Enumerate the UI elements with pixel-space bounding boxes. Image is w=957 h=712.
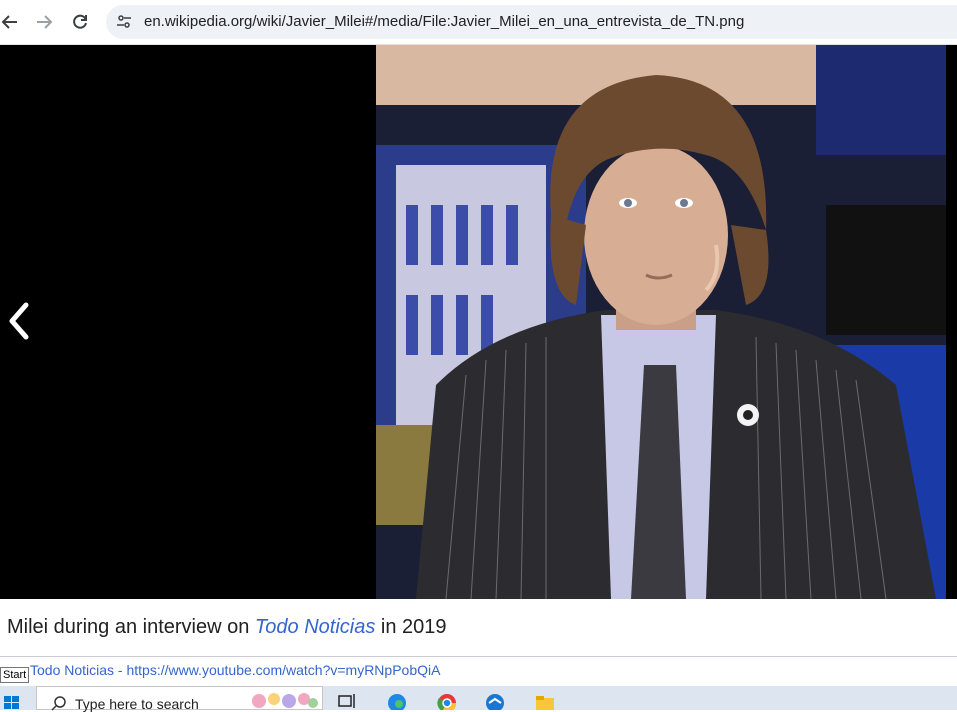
caption-prefix: Milei during an interview on — [7, 616, 255, 638]
reload-button[interactable] — [66, 8, 94, 36]
image-caption: Milei during an interview on Todo Notici… — [7, 616, 447, 639]
source-link[interactable]: Todo Noticias - https://www.youtube.com/… — [30, 662, 440, 678]
edge-icon[interactable] — [386, 692, 408, 710]
mail-icon[interactable] — [484, 692, 506, 710]
divider — [0, 656, 957, 657]
reload-icon — [73, 14, 87, 29]
back-arrow-icon — [1, 15, 17, 29]
task-view-icon[interactable] — [336, 692, 358, 710]
forward-button[interactable] — [30, 8, 58, 36]
start-tooltip: Start — [0, 667, 30, 683]
chrome-icon[interactable] — [436, 692, 458, 710]
todo-noticias-link[interactable]: Todo Noticias — [255, 616, 375, 638]
file-explorer-icon[interactable] — [534, 692, 556, 710]
browser-toolbar: en.wikipedia.org/wiki/Javier_Milei#/medi… — [0, 0, 957, 45]
taskbar-search-box[interactable]: Type here to search — [36, 686, 323, 712]
search-icon — [51, 696, 66, 711]
previous-image-button[interactable] — [4, 301, 34, 341]
url-text[interactable]: en.wikipedia.org/wiki/Javier_Milei#/medi… — [144, 13, 744, 30]
windows-taskbar: Type here to search — [0, 686, 957, 712]
caption-suffix: in 2019 — [375, 616, 447, 638]
site-settings-icon[interactable] — [116, 14, 132, 30]
windows-icon[interactable] — [4, 696, 20, 710]
back-button[interactable] — [0, 8, 24, 36]
address-bar[interactable]: en.wikipedia.org/wiki/Javier_Milei#/medi… — [106, 5, 957, 39]
media-viewer — [0, 45, 957, 599]
milei-interview-photo — [376, 45, 946, 599]
forward-arrow-icon — [37, 15, 53, 29]
flowers-icon — [252, 693, 318, 708]
